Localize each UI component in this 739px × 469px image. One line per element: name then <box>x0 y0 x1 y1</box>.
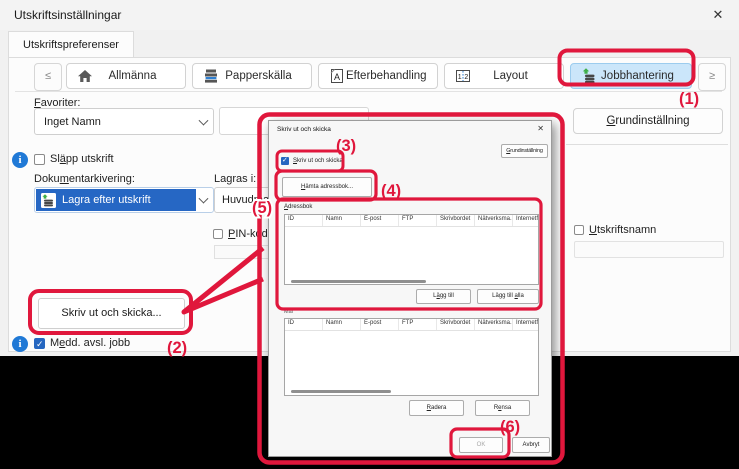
job-handling-icon <box>580 67 598 85</box>
get-address-book-button[interactable]: Hämta adressbok... <box>282 177 372 197</box>
close-icon[interactable]: ✕ <box>537 124 544 133</box>
doc-filing-value: Lagra efter utskrift <box>62 194 151 206</box>
toolbar-divider <box>15 91 722 92</box>
column-header[interactable]: ID <box>285 319 323 330</box>
address-book-label: Adressbok <box>284 204 312 210</box>
favorites-value: Inget Namn <box>44 116 101 128</box>
tab-label: Papperskälla <box>220 70 297 82</box>
tab-label: Efterbehandling <box>346 70 427 82</box>
column-header[interactable]: FTP <box>399 215 437 226</box>
delete-button[interactable]: Radera <box>409 400 464 416</box>
layout-icon: 1 2 <box>454 67 472 85</box>
ok-button[interactable]: OK <box>459 437 503 453</box>
print-and-send-button[interactable]: Skriv ut och skicka... <box>38 298 185 329</box>
window-title: Utskriftsinställningar <box>14 8 121 22</box>
favorites-select[interactable]: Inget Namn <box>34 108 214 135</box>
titlebar: Utskriftsinställningar ✕ <box>0 0 739 30</box>
tab-papperskalla[interactable]: Papperskälla <box>192 63 312 89</box>
home-icon <box>76 67 94 85</box>
horizontal-scrollbar[interactable] <box>291 390 391 393</box>
address-book-list[interactable]: ID Namn E-post FTP Skrivbordet Nätverksm… <box>284 214 539 285</box>
column-header[interactable]: ID <box>285 215 323 226</box>
doc-filing-select[interactable]: Lagra efter utskrift <box>34 187 214 213</box>
release-print-label: Släpp utskrift <box>50 153 114 165</box>
tab-allmanna[interactable]: Allmänna <box>66 63 186 89</box>
svg-text:2: 2 <box>464 74 468 81</box>
column-header[interactable]: Skrivbordet <box>437 319 475 330</box>
column-header[interactable]: Nätverksma... <box>475 319 513 330</box>
horizontal-scrollbar[interactable] <box>291 280 426 283</box>
info-icon[interactable]: i <box>12 152 28 168</box>
doc-filing-selection: Lagra efter utskrift <box>36 189 196 211</box>
print-name-checkbox[interactable] <box>574 225 584 235</box>
printer-icon <box>202 67 220 85</box>
dialog-title: Skriv ut och skicka <box>277 126 331 133</box>
print-and-send-enable-checkbox[interactable] <box>281 157 289 165</box>
stored-in-value: Huvudma <box>222 194 269 206</box>
doc-filing-label: Dokumentarkivering: <box>34 173 135 185</box>
print-name-label: Utskriftsnamn <box>589 224 656 236</box>
notify-job-end-checkbox[interactable] <box>34 338 45 349</box>
store-after-print-icon <box>40 192 57 209</box>
svg-text:A: A <box>334 72 340 82</box>
print-name-field[interactable] <box>574 241 724 258</box>
scroll-tabs-right-button[interactable]: ≥ <box>698 63 726 91</box>
print-and-send-dialog: Skriv ut och skicka ✕ Grundinställning S… <box>268 120 552 457</box>
scroll-tabs-left-button[interactable]: ≤ <box>34 63 62 91</box>
add-button[interactable]: Lägg till <box>416 289 471 304</box>
address-book-header: ID Namn E-post FTP Skrivbordet Nätverksm… <box>285 215 538 227</box>
release-print-checkbox[interactable] <box>34 154 45 165</box>
close-icon[interactable]: ✕ <box>701 2 735 28</box>
stored-in-label: Lagras i: <box>214 173 256 185</box>
add-all-button[interactable]: Lägg till alla <box>477 289 539 304</box>
column-header[interactable]: FTP <box>399 319 437 330</box>
column-header[interactable]: Nätverksma... <box>475 215 513 226</box>
defaults-button[interactable]: Grundinställning <box>573 108 723 134</box>
column-header[interactable]: Skrivbordet <box>437 215 475 226</box>
right-divider <box>566 144 728 145</box>
info-icon[interactable]: i <box>12 336 28 352</box>
column-header[interactable]: Namn <box>323 215 361 226</box>
destination-label: Mål <box>284 309 293 315</box>
tab-layout[interactable]: 1 2 Layout <box>444 63 564 89</box>
destination-list[interactable]: ID Namn E-post FTP Skrivbordet Nätverksm… <box>284 318 539 396</box>
pin-checkbox[interactable] <box>213 229 223 239</box>
chevron-down-icon <box>199 115 209 125</box>
column-header[interactable]: Namn <box>323 319 361 330</box>
enable-checkbox-label: Skriv ut och skicka <box>293 158 343 164</box>
finishing-icon: A <box>328 67 346 85</box>
tab-label: Layout <box>472 70 549 82</box>
column-header[interactable]: E-post <box>361 215 399 226</box>
screenshot-stage: Utskriftsinställningar ✕ Utskriftsprefer… <box>0 0 739 469</box>
clear-button[interactable]: Rensa <box>475 400 530 416</box>
chevron-down-icon <box>199 194 209 204</box>
destination-header: ID Namn E-post FTP Skrivbordet Nätverksm… <box>285 319 538 331</box>
svg-text:1: 1 <box>458 74 462 81</box>
column-header[interactable]: Internetf <box>513 215 539 226</box>
tab-efterbehandling[interactable]: A Efterbehandling <box>318 63 438 89</box>
cancel-button[interactable]: Avbryt <box>512 437 550 453</box>
tab-jobbhantering[interactable]: Jobbhantering <box>570 63 692 89</box>
tab-print-preferences[interactable]: Utskriftspreferenser <box>8 31 134 58</box>
column-header[interactable]: Internetf <box>513 319 539 330</box>
column-header[interactable]: E-post <box>361 319 399 330</box>
tab-label: Allmänna <box>94 70 171 82</box>
pin-label: PIN-kod <box>228 228 268 240</box>
notify-job-end-label: Medd. avsl. jobb <box>50 337 130 349</box>
dialog-defaults-button[interactable]: Grundinställning <box>501 144 548 158</box>
tab-label: Jobbhantering <box>598 70 677 82</box>
